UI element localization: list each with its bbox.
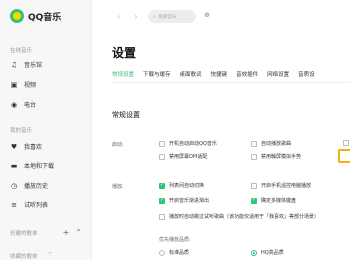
option-label: 确定多媒体键盘: [261, 198, 297, 204]
sidebar-item-label: 本地和下载: [24, 163, 55, 170]
option-label: 禁用屏幕DPI适配: [169, 154, 208, 160]
autostart-checkbox[interactable]: [159, 140, 165, 147]
sidebar-item-label: 我喜欢: [24, 144, 43, 151]
option-quality-standard[interactable]: 标准品质: [159, 249, 189, 256]
option-label: 开机自动启动QQ音乐: [169, 141, 217, 147]
video-icon: ▣: [10, 80, 18, 89]
hq-quality-radio[interactable]: [251, 249, 257, 256]
music-note-icon: ♫: [10, 60, 18, 69]
option-label: HQ高品质: [261, 250, 284, 256]
option-label: 禁用触屏模拟手势: [261, 154, 302, 160]
tab-audio-quality[interactable]: 音质设: [298, 70, 315, 78]
tab-audio-plugins[interactable]: 音效插件: [236, 70, 258, 78]
option-label: 播放时自动跳过试听歌曲（该功能仅适用于「我喜欢」等部分场景）: [169, 214, 320, 220]
list-auto-switch-checkbox[interactable]: ✓: [159, 182, 165, 189]
play-label: 播放:: [112, 184, 124, 190]
option-label: 开启音乐渐进渐出: [169, 198, 210, 204]
qq-music-logo-icon: [10, 9, 24, 23]
sidebar-section-created: 创建的歌单: [10, 230, 38, 237]
option-phone-remote[interactable]: 开启手机遥控电脑播放: [251, 182, 311, 189]
option-fade[interactable]: ✓ 开启音乐渐进渐出: [159, 197, 209, 204]
option-quality-hq[interactable]: HQ高品质: [251, 249, 284, 256]
autoplay-checkbox[interactable]: [251, 140, 257, 147]
search-input[interactable]: ⌕ 搜索音乐: [148, 10, 196, 23]
sidebar-item-local-download[interactable]: ▬ 本地和下载: [10, 161, 55, 171]
startup-label: 启动:: [112, 142, 124, 148]
app-logo: QQ音乐: [10, 9, 61, 23]
option-label: 标准品质: [169, 250, 190, 256]
sidebar-section-mine: 我的音乐: [10, 128, 33, 134]
media-keys-checkbox[interactable]: ✓: [251, 197, 257, 204]
tab-desktop-lyrics[interactable]: 桌面歌词: [180, 70, 202, 78]
sidebar-item-trial-list[interactable]: ≡ 试听列表: [10, 200, 49, 210]
option-autoplay[interactable]: 自动播放歌曲: [251, 140, 291, 147]
heart-icon: ♥: [10, 142, 18, 151]
sidebar-item-label: 电台: [24, 102, 37, 109]
search-placeholder: 搜索音乐: [158, 14, 177, 20]
highlight-marker: [338, 149, 350, 163]
option-media-keys[interactable]: ✓ 确定多媒体键盘: [251, 197, 296, 204]
section-title: 常规设置: [112, 111, 140, 119]
add-icon[interactable]: +: [63, 228, 70, 237]
sidebar-item-label: 视频: [24, 82, 37, 89]
back-icon[interactable]: ‹: [117, 12, 120, 21]
disable-touch-checkbox[interactable]: [251, 153, 257, 160]
sidebar-section-collected: 收藏的歌单: [10, 254, 38, 260]
option-label: 开启手机遥控电脑播放: [261, 183, 312, 189]
option-label: 列表间自动切换: [169, 183, 205, 189]
created-playlists-header: 创建的歌单 + ⌃: [10, 228, 82, 237]
sidebar-item-video[interactable]: ▣ 视频: [10, 80, 37, 90]
option-list-auto-switch[interactable]: ✓ 列表间自动切换: [159, 182, 204, 189]
history-nav: ‹ ›: [117, 12, 137, 21]
playlist-icon: ≡: [11, 200, 17, 209]
quality-label: 优先播放品质:: [159, 237, 191, 243]
tab-general[interactable]: 常规设置: [112, 70, 135, 83]
forward-icon[interactable]: ›: [134, 12, 137, 21]
sidebar-section-online: 在线音乐: [10, 48, 33, 54]
fade-checkbox[interactable]: ✓: [159, 197, 165, 204]
extra-checkbox[interactable]: [343, 140, 349, 146]
option-skip-trial[interactable]: 播放时自动跳过试听歌曲（该功能仅适用于「我喜欢」等部分场景）: [159, 213, 319, 220]
history-icon: ◷: [10, 181, 18, 190]
computer-icon: ▬: [10, 161, 18, 170]
collapse-icon[interactable]: ⌃: [75, 228, 82, 237]
app-window: QQ音乐 在线音乐 ♫ 音乐馆 ▣ 视频 ◉ 电台 我的音乐 ♥ 我喜欢 ▬ 本…: [0, 0, 350, 260]
sidebar-item-favorites[interactable]: ♥ 我喜欢: [10, 142, 43, 152]
phone-remote-checkbox[interactable]: [251, 182, 257, 189]
option-label: 自动播放歌曲: [261, 141, 292, 147]
app-name: QQ音乐: [28, 12, 62, 23]
voice-search-icon[interactable]: ⊕: [204, 11, 210, 19]
sidebar-item-music-hall[interactable]: ♫ 音乐馆: [10, 60, 43, 70]
option-disable-touch[interactable]: 禁用触屏模拟手势: [251, 153, 301, 160]
tab-network[interactable]: 网络设置: [267, 70, 289, 78]
skip-trial-checkbox[interactable]: [159, 213, 165, 220]
collected-playlists-header: 收藏的歌单 ⌃: [10, 252, 52, 260]
sidebar-item-label: 播放历史: [24, 183, 49, 190]
sidebar-item-history[interactable]: ◷ 播放历史: [10, 181, 49, 191]
tab-divider: [112, 82, 350, 83]
page-title: 设置: [112, 46, 137, 60]
search-icon: ⌕: [153, 14, 156, 20]
sidebar-item-radio[interactable]: ◉ 电台: [10, 100, 37, 110]
expand-icon[interactable]: ⌃: [48, 252, 53, 260]
option-autostart[interactable]: 开机自动启动QQ音乐: [159, 140, 217, 147]
sidebar: QQ音乐 在线音乐 ♫ 音乐馆 ▣ 视频 ◉ 电台 我的音乐 ♥ 我喜欢 ▬ 本…: [0, 0, 92, 260]
option-disable-dpi[interactable]: 禁用屏幕DPI适配: [159, 153, 207, 160]
settings-tabs: 常规设置 下载与缓存 桌面歌词 快捷键 音效插件 网络设置 音质设: [112, 70, 315, 83]
sidebar-item-label: 音乐馆: [24, 62, 43, 69]
radio-icon: ◉: [10, 100, 18, 109]
sidebar-item-label: 试听列表: [24, 202, 49, 209]
standard-quality-radio[interactable]: [159, 249, 165, 256]
disable-dpi-checkbox[interactable]: [159, 153, 165, 160]
tab-shortcuts[interactable]: 快捷键: [211, 70, 228, 78]
tab-download-cache[interactable]: 下载与缓存: [143, 70, 171, 78]
